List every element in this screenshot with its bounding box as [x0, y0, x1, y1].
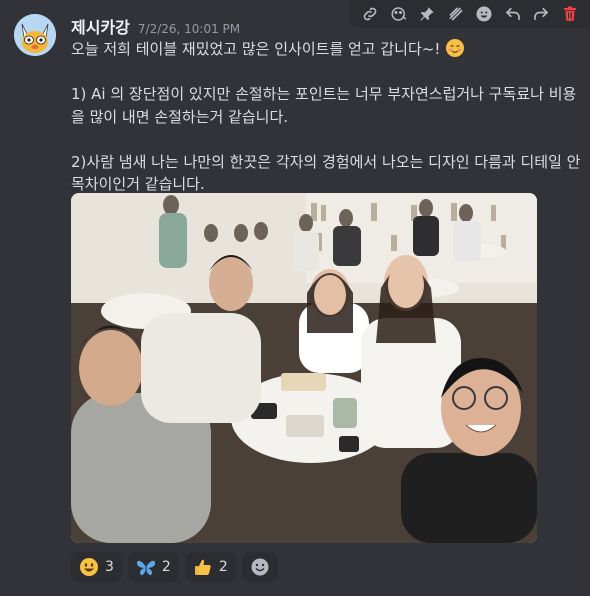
link-icon[interactable]	[360, 4, 380, 24]
timestamp[interactable]: 7/2/26, 10:01 PM	[138, 22, 240, 36]
thumbs-up-emoji-icon	[194, 559, 211, 575]
reaction-smiley[interactable]: 3	[71, 552, 122, 582]
message-paragraph-2: 1) Ai 의 장단점이 있지만 손절하는 포인트는 너무 부자연스럽거나 구독…	[71, 85, 577, 126]
reaction-count: 2	[218, 559, 228, 575]
message-header: 제시카강 7/2/26, 10:01 PM	[71, 14, 240, 38]
reaction-count: 2	[161, 559, 171, 575]
add-reaction-button[interactable]	[241, 552, 278, 582]
photo-attachment[interactable]	[71, 193, 537, 543]
butterfly-emoji-icon	[136, 560, 156, 576]
message-line-1-text: 오늘 저희 테이블 재밌었고 많은 인사이트를 얻고 갑니다~!	[71, 40, 441, 58]
smiley-emoji-icon	[80, 558, 98, 576]
message-paragraph-3: 2)사람 냄새 나는 나만의 한끗은 각자의 경험에서 나오는 디자인 다름과 …	[71, 152, 581, 194]
add-emoji-icon	[251, 558, 269, 576]
avatar[interactable]	[14, 14, 56, 56]
reaction-thumbs-up[interactable]: 2	[184, 552, 236, 582]
pin-icon[interactable]	[417, 4, 437, 24]
add-reaction-super-icon[interactable]	[389, 4, 409, 24]
apps-icon[interactable]	[446, 4, 466, 24]
delete-icon[interactable]	[560, 4, 580, 24]
reply-icon[interactable]	[503, 4, 523, 24]
emoji-icon[interactable]	[474, 4, 494, 24]
message-action-toolbar	[350, 0, 590, 28]
smiling-face-with-blush-emoji-icon	[446, 39, 465, 57]
message-line-1: 오늘 저희 테이블 재밌었고 많은 인사이트를 얻고 갑니다~!	[71, 38, 581, 61]
reactions-bar: 3 2 2	[71, 552, 278, 582]
forward-icon[interactable]	[531, 4, 551, 24]
message-content: 오늘 저희 테이블 재밌었고 많은 인사이트를 얻고 갑니다~! 1) Ai 의…	[71, 38, 581, 196]
reaction-butterfly[interactable]: 2	[127, 552, 179, 582]
reaction-count: 3	[105, 559, 114, 575]
username[interactable]: 제시카강	[71, 14, 130, 38]
